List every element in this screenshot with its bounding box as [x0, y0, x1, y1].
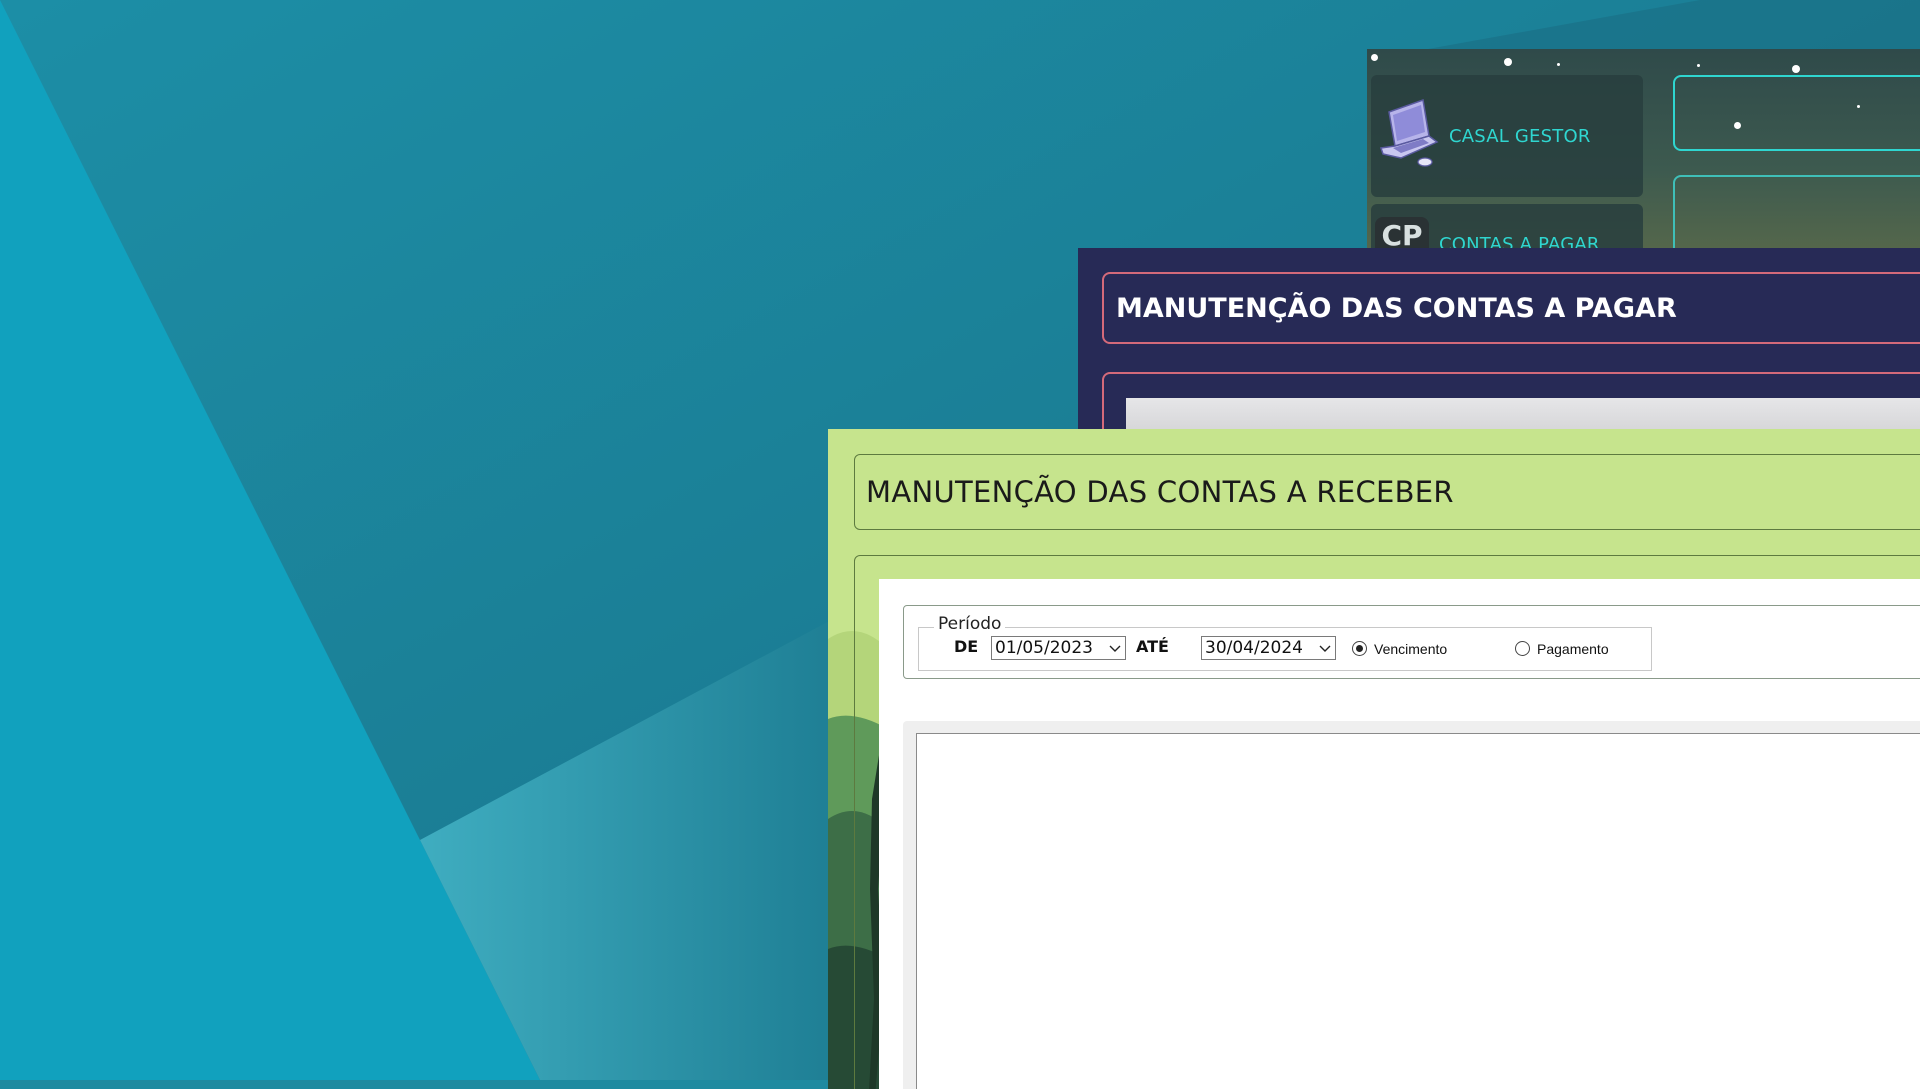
period-legend: Período — [934, 614, 1006, 634]
laptop-icon — [1379, 98, 1439, 175]
app-name: CASAL GESTOR — [1449, 125, 1591, 147]
data-grid[interactable] — [916, 733, 1920, 1089]
star-decoration — [1557, 63, 1560, 66]
star-decoration — [1371, 54, 1378, 61]
to-label: ATÉ — [1136, 637, 1169, 656]
vencimento-label[interactable]: Vencimento — [1374, 641, 1447, 657]
pagamento-radio[interactable] — [1515, 641, 1530, 656]
title-bar: MANUTENÇÃO DAS CONTAS A RECEBER — [854, 454, 1920, 530]
chevron-down-icon — [1319, 645, 1331, 652]
from-label: DE — [954, 637, 979, 656]
app-logo-card[interactable]: CASAL GESTOR — [1371, 75, 1643, 197]
casal-gestor-window: CASAL GESTOR CP CONTAS A PAGAR — [1367, 49, 1920, 269]
star-decoration — [1697, 64, 1700, 67]
chevron-down-icon — [1109, 645, 1121, 652]
main-panel: Período DE 01/05/2023 ATÉ 30/04/2024 Ven… — [879, 579, 1920, 1089]
title-bar: MANUTENÇÃO DAS CONTAS A PAGAR — [1102, 272, 1920, 344]
pagamento-label[interactable]: Pagamento — [1537, 641, 1609, 657]
page-title: MANUTENÇÃO DAS CONTAS A RECEBER — [866, 475, 1454, 509]
from-date-value: 01/05/2023 — [995, 638, 1093, 658]
vencimento-radio[interactable] — [1352, 641, 1367, 656]
from-date-picker[interactable]: 01/05/2023 — [991, 636, 1126, 660]
contas-a-receber-window: MANUTENÇÃO DAS CONTAS A RECEBER Período … — [828, 429, 1920, 1089]
contas-a-pagar-window: MANUTENÇÃO DAS CONTAS A PAGAR — [1078, 248, 1920, 438]
star-decoration — [1792, 65, 1800, 73]
star-decoration — [1504, 58, 1512, 66]
page-title: MANUTENÇÃO DAS CONTAS A PAGAR — [1116, 292, 1677, 324]
to-date-picker[interactable]: 30/04/2024 — [1201, 636, 1336, 660]
to-date-value: 30/04/2024 — [1205, 638, 1303, 658]
dashboard-panel — [1673, 75, 1920, 151]
